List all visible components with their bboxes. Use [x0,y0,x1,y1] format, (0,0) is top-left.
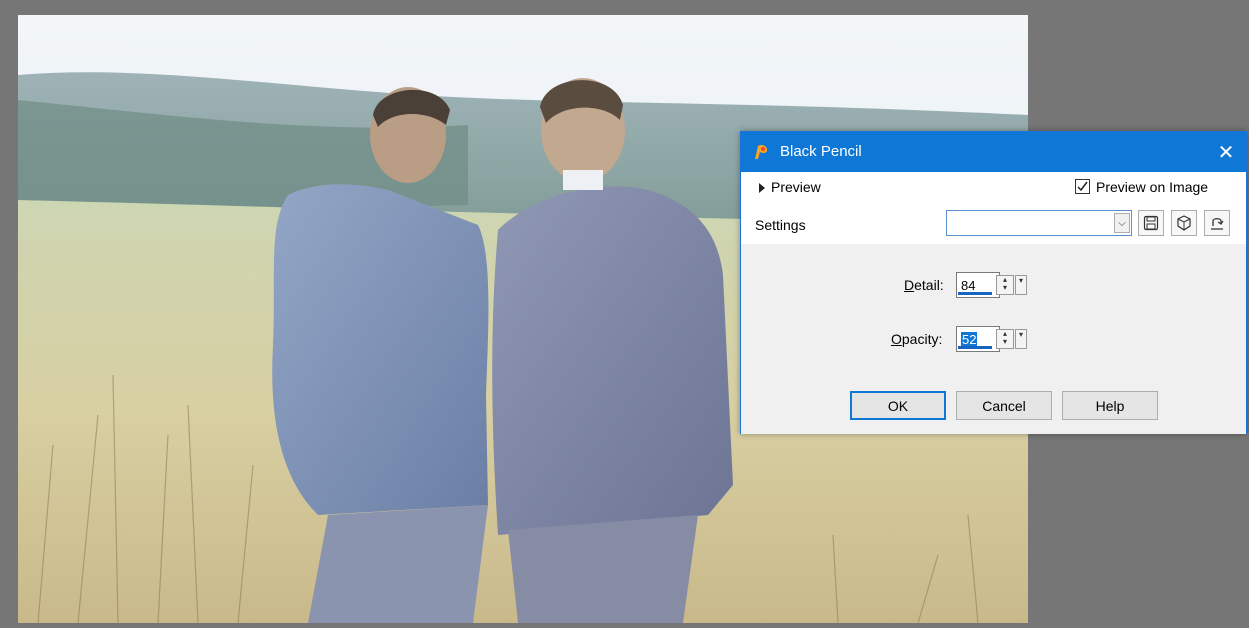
detail-input[interactable]: 84 [956,272,1000,298]
preview-on-image-label[interactable]: Preview on Image [1096,179,1208,195]
resource-icon [1177,215,1191,231]
paintshop-app-icon [755,145,768,159]
opacity-input[interactable]: 52 [956,326,1000,352]
preview-on-image-checkbox[interactable] [1075,179,1090,194]
checkmark-icon [1077,181,1088,192]
settings-label: Settings [755,217,806,233]
reset-button[interactable] [1204,210,1230,236]
resource-button[interactable] [1171,210,1197,236]
detail-slider-bar[interactable] [958,292,992,295]
black-pencil-dialog: Black Pencil ✕ Preview Preview on Image … [740,131,1247,434]
reset-icon [1211,218,1224,230]
opacity-value: 52 [961,332,978,347]
opacity-dropdown-icon[interactable]: ▾ [1015,329,1027,349]
ok-button[interactable]: OK [850,391,946,420]
preview-row: Preview Preview on Image [741,172,1246,204]
cancel-button[interactable]: Cancel [956,391,1052,420]
dialog-title: Black Pencil [780,143,862,160]
help-button[interactable]: Help [1062,391,1158,420]
detail-spinner[interactable]: ▴ ▾ [996,275,1014,295]
opacity-label: Opacity: [891,331,943,347]
expand-preview-icon[interactable] [759,183,765,193]
settings-preset-select[interactable]: ⌵ [946,210,1132,236]
detail-dropdown-icon[interactable]: ▾ [1015,275,1027,295]
preview-toggle-label[interactable]: Preview [771,179,821,195]
detail-value: 84 [961,278,976,293]
opacity-spinner[interactable]: ▴ ▾ [996,329,1014,349]
opacity-slider-bar[interactable] [958,346,992,349]
settings-row: Settings ⌵ [741,204,1246,240]
dialog-titlebar[interactable]: Black Pencil ✕ [741,132,1246,172]
close-icon[interactable]: ✕ [1206,132,1246,172]
save-preset-button[interactable] [1138,210,1164,236]
chevron-down-icon[interactable]: ⌵ [1114,213,1130,233]
detail-label: Detail: [904,277,944,293]
save-preset-icon [1143,215,1159,231]
